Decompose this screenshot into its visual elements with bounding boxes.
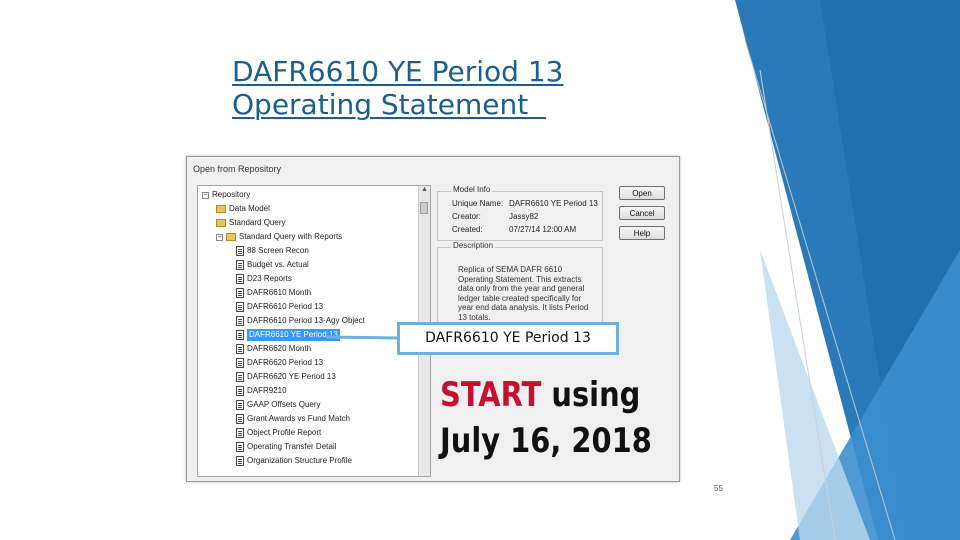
callout-box: DAFR6610 YE Period 13 <box>397 322 619 355</box>
start-word: START <box>440 375 542 415</box>
start-note: START using July 16, 2018 <box>440 372 652 464</box>
slide: DAFR6610 YE Period 13 Operating Statemen… <box>0 0 960 540</box>
start-note-date: July 16, 2018 <box>440 421 652 461</box>
using-word: using <box>551 375 641 415</box>
start-note-line1: START using <box>440 372 640 418</box>
page-number: 55 <box>714 484 723 493</box>
callout-pointer-line <box>325 335 399 340</box>
